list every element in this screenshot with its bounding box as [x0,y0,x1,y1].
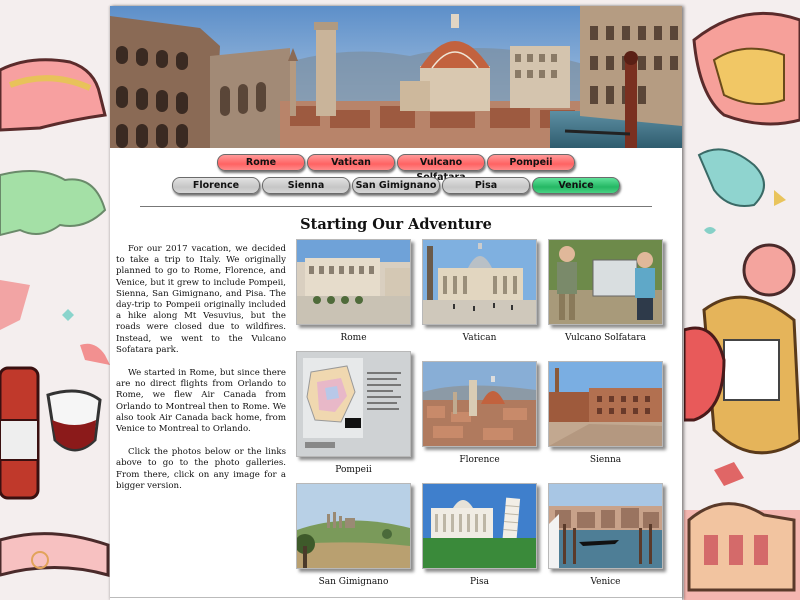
nav-row-primary: Rome Vatican Vulcano Solfatara Pompeii [110,154,682,183]
photo-venice[interactable] [548,483,663,569]
footer-divider [110,597,682,598]
gallery-item-pisa[interactable]: Pisa [422,483,537,587]
photo-caption: Vatican [462,333,497,343]
photo-caption: Rome [340,333,367,343]
photo-caption: Pompeii [335,465,372,475]
background-art-right [684,0,800,600]
nav-button-vulcano-solfatara[interactable]: Vulcano Solfatara [397,154,485,183]
nav-button-florence[interactable]: Florence [172,177,260,194]
photo-rome[interactable] [296,239,411,325]
nav-button-pisa[interactable]: Pisa [442,177,530,194]
photo-caption: Florence [459,455,500,465]
nav-button-vatican[interactable]: Vatican [307,154,395,171]
gallery-item-san-gimignano[interactable]: San Gimignano [296,483,411,587]
intro-paragraph: Click the photos below or the links abov… [116,447,286,491]
photo-vatican[interactable] [422,239,537,325]
photo-caption: Vulcano Solfatara [565,333,646,343]
gallery-item-vatican[interactable]: Vatican [422,239,537,343]
intro-paragraph: We started in Rome, but since there are … [116,368,286,435]
nav-button-venice[interactable]: Venice [532,177,620,194]
photo-sienna[interactable] [548,361,663,447]
nav-button-san-gimignano[interactable]: San Gimignano [352,177,440,194]
page-title: Starting Our Adventure [300,216,492,233]
background-art-left [0,0,110,600]
nav-row-secondary: Florence Sienna San Gimignano Pisa Venic… [110,177,682,194]
intro-paragraph: For our 2017 vacation, we decided to tak… [116,244,286,355]
photo-pompeii[interactable] [296,351,411,457]
page-content: Rome Vatican Vulcano Solfatara Pompeii F… [110,6,682,600]
gallery-item-vulcano-solfatara[interactable]: Vulcano Solfatara [548,239,663,343]
gallery-item-venice[interactable]: Venice [548,483,663,587]
nav-button-pompeii[interactable]: Pompeii [487,154,575,171]
header-banner-image [110,6,682,148]
photo-pisa[interactable] [422,483,537,569]
gallery-item-rome[interactable]: Rome [296,239,411,343]
photo-vulcano-solfatara[interactable] [548,239,663,325]
gallery-item-florence[interactable]: Florence [422,361,537,465]
gallery-item-pompeii[interactable]: Pompeii [296,351,411,475]
nav-button-sienna[interactable]: Sienna [262,177,350,194]
nav-button-rome[interactable]: Rome [217,154,305,171]
photo-caption: Sienna [589,455,622,465]
intro-text: For our 2017 vacation, we decided to tak… [116,244,286,504]
photo-san-gimignano[interactable] [296,483,411,569]
photo-caption: Pisa [470,577,489,587]
photo-caption: San Gimignano [318,577,389,587]
gallery-item-sienna[interactable]: Sienna [548,361,663,465]
photo-florence[interactable] [422,361,537,447]
photo-caption: Venice [590,577,621,587]
section-divider [140,206,652,207]
